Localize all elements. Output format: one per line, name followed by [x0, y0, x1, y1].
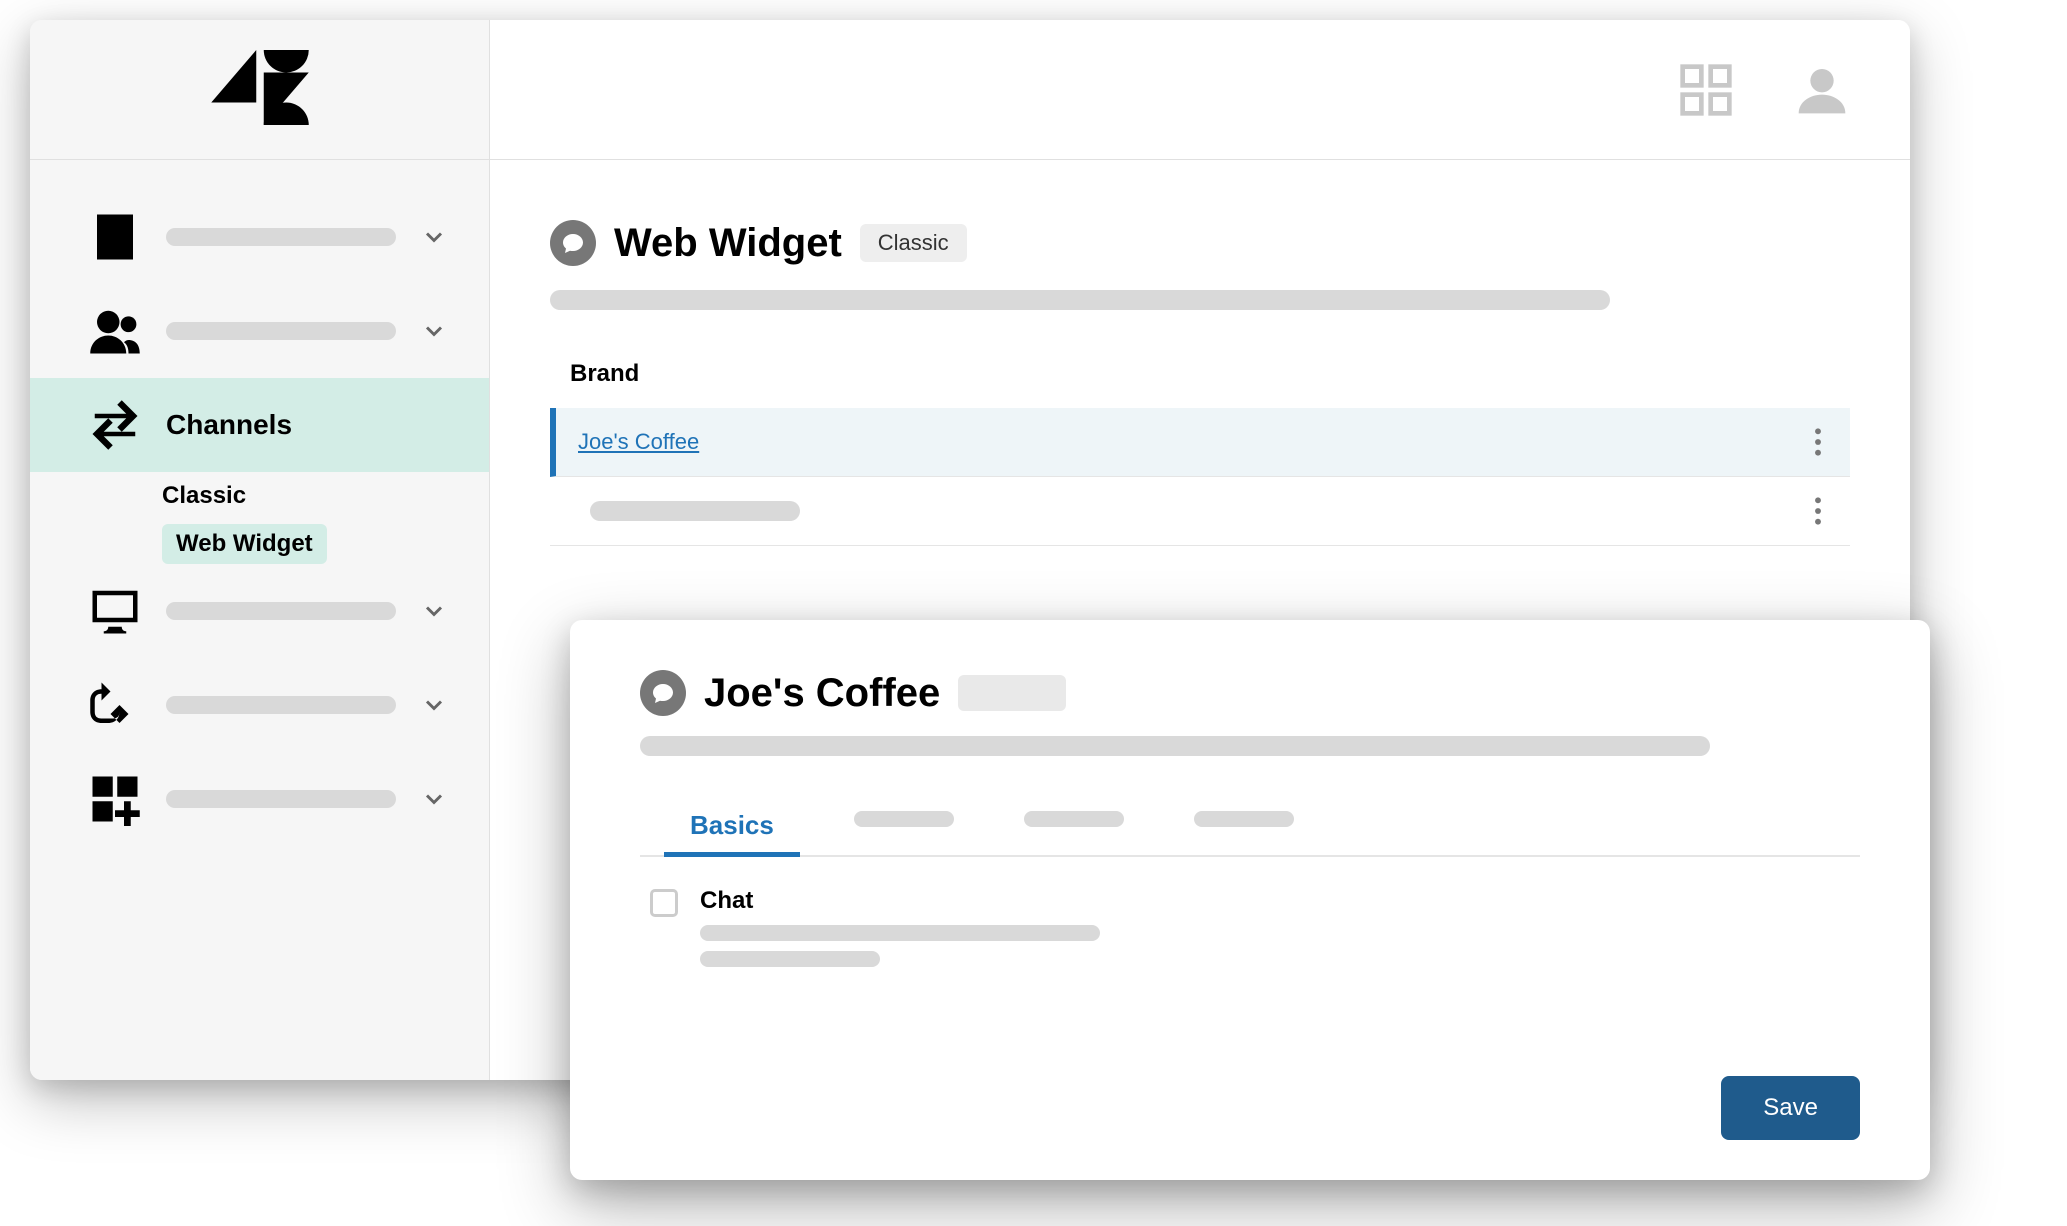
sidebar-item-account[interactable]: [30, 190, 489, 284]
nav-label-placeholder: [166, 228, 396, 246]
monitor-icon: [88, 584, 142, 638]
brand-link[interactable]: Joe's Coffee: [578, 429, 699, 455]
option-label-chat: Chat: [700, 887, 1100, 915]
more-icon[interactable]: [1814, 426, 1822, 458]
section-label-brand: Brand: [570, 360, 1850, 388]
sidebar-item-workspaces[interactable]: [30, 564, 489, 658]
save-button[interactable]: Save: [1721, 1076, 1860, 1140]
page-header: Web Widget Classic: [550, 220, 1850, 266]
option-desc-placeholder: [700, 951, 880, 967]
nav-list: Channels Classic Web Widget: [30, 160, 489, 846]
chevron-down-icon: [420, 691, 448, 719]
sidebar-item-apps[interactable]: [30, 752, 489, 846]
panel-header: Joe's Coffee: [640, 670, 1860, 716]
panel-description-placeholder: [640, 736, 1710, 756]
sidebar-item-objects-rules[interactable]: [30, 658, 489, 752]
chevron-down-icon: [420, 785, 448, 813]
brand-row-selected[interactable]: Joe's Coffee: [550, 408, 1850, 477]
chevron-down-icon: [420, 223, 448, 251]
chat-bubble-icon: [640, 670, 686, 716]
brand-row[interactable]: [550, 477, 1850, 546]
panel-title: Joe's Coffee: [704, 671, 940, 716]
nav-label-placeholder: [166, 696, 396, 714]
option-desc-placeholder: [700, 925, 1100, 941]
profile-icon[interactable]: [1794, 62, 1850, 118]
option-chat: Chat: [640, 887, 1860, 967]
sidebar-subitem-classic[interactable]: Classic: [162, 472, 489, 520]
classic-badge: Classic: [860, 224, 967, 262]
routing-icon: [88, 678, 142, 732]
page-title: Web Widget: [614, 221, 842, 266]
tab-placeholder[interactable]: [854, 811, 954, 827]
tab-placeholder[interactable]: [1194, 811, 1294, 827]
apps-add-icon: [88, 772, 142, 826]
sidebar-item-people[interactable]: [30, 284, 489, 378]
nav-label-placeholder: [166, 790, 396, 808]
products-icon[interactable]: [1678, 62, 1734, 118]
brand-settings-panel: Joe's Coffee Basics Chat Save: [570, 620, 1930, 1180]
nav-label-placeholder: [166, 602, 396, 620]
sidebar-subitem-web-widget[interactable]: Web Widget: [162, 524, 327, 564]
chat-checkbox[interactable]: [650, 889, 678, 917]
chevron-down-icon: [420, 317, 448, 345]
tab-placeholder[interactable]: [1024, 811, 1124, 827]
nav-label: Channels: [166, 409, 459, 441]
channels-icon: [88, 398, 142, 452]
nav-label-placeholder: [166, 322, 396, 340]
chevron-down-icon: [420, 597, 448, 625]
tab-basics[interactable]: Basics: [680, 796, 784, 855]
logo-area: [30, 20, 489, 160]
building-icon: [88, 210, 142, 264]
sidebar-item-channels[interactable]: Channels: [30, 378, 489, 472]
brand-name-placeholder: [590, 501, 800, 521]
sidebar-sublist-channels: Classic Web Widget: [30, 472, 489, 564]
tabbar: Basics: [640, 796, 1860, 857]
sidebar: Channels Classic Web Widget: [30, 20, 490, 1080]
zendesk-logo-icon: [210, 50, 310, 130]
panel-footer: Save: [640, 1076, 1860, 1140]
chat-bubble-icon: [550, 220, 596, 266]
content: Web Widget Classic Brand Joe's Coffee: [490, 160, 1910, 586]
more-icon[interactable]: [1814, 495, 1822, 527]
topbar: [490, 20, 1910, 160]
panel-badge-placeholder: [958, 675, 1066, 711]
page-description-placeholder: [550, 290, 1610, 310]
people-icon: [88, 304, 142, 358]
option-body: Chat: [700, 887, 1100, 967]
